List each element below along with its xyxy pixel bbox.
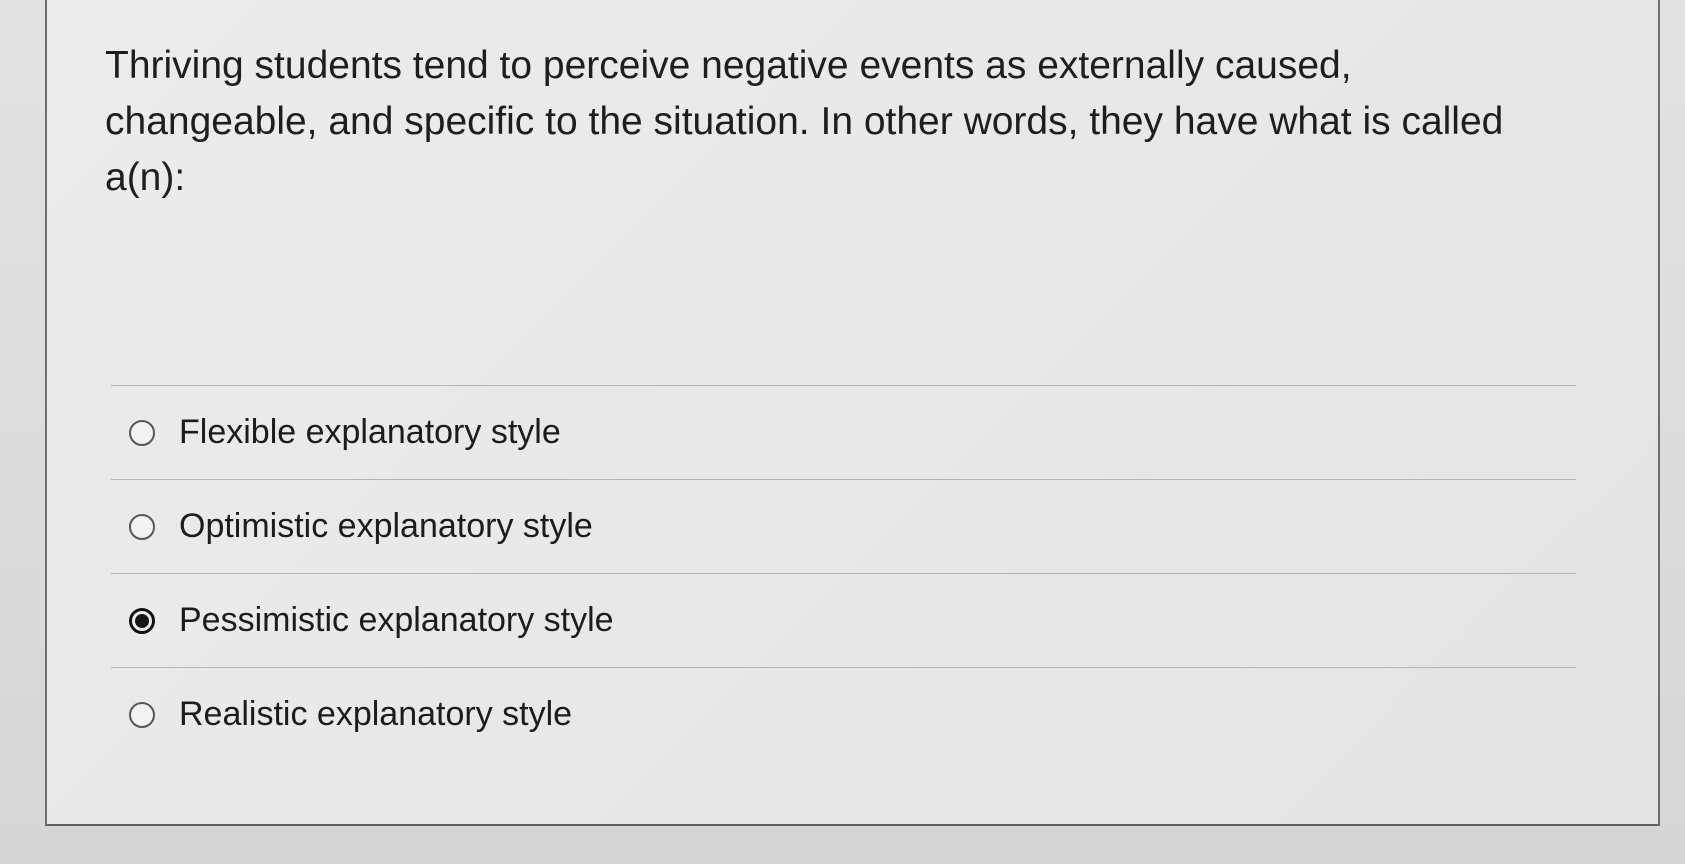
radio-button-selected-icon[interactable] (129, 607, 155, 634)
option-pessimistic[interactable]: Pessimistic explanatory style (111, 573, 1576, 667)
option-label: Realistic explanatory style (179, 695, 573, 733)
option-realistic[interactable]: Realistic explanatory style (111, 667, 1576, 761)
radio-button-icon[interactable] (129, 513, 155, 540)
radio-button-icon[interactable] (129, 701, 155, 728)
option-label: Optimistic explanatory style (179, 507, 593, 545)
option-optimistic[interactable]: Optimistic explanatory style (111, 479, 1576, 573)
question-text: Thriving students tend to perceive negat… (105, 44, 1504, 199)
option-label: Flexible explanatory style (179, 413, 561, 451)
question-card: Thriving students tend to perceive negat… (45, 0, 1660, 826)
option-flexible[interactable]: Flexible explanatory style (111, 385, 1576, 479)
radio-button-icon[interactable] (129, 419, 155, 446)
option-label: Pessimistic explanatory style (179, 601, 614, 639)
answer-options: Flexible explanatory style Optimistic ex… (111, 385, 1576, 761)
